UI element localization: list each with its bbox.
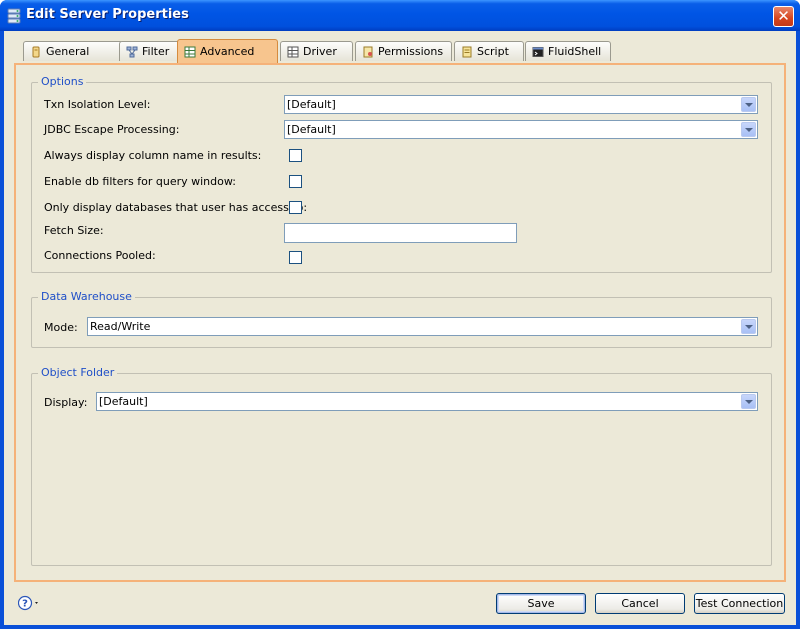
tab-general[interactable]: General — [23, 41, 123, 61]
jdbc-escape-select[interactable]: [Default] — [284, 120, 758, 139]
title-bar[interactable]: Edit Server Properties ✕ — [0, 0, 800, 31]
options-group: Options Txn Isolation Level: [Default] J… — [31, 75, 772, 273]
display-select[interactable]: [Default] — [96, 392, 758, 411]
connections-pooled-label: Connections Pooled: — [44, 249, 156, 262]
jdbc-escape-value: [Default] — [287, 123, 336, 136]
general-icon — [32, 46, 40, 57]
chevron-down-icon[interactable] — [741, 97, 756, 112]
object-folder-group: Object Folder Display: [Default] — [31, 366, 772, 566]
permissions-icon — [363, 46, 373, 57]
close-icon: ✕ — [777, 7, 790, 25]
object-folder-legend: Object Folder — [38, 366, 118, 379]
save-button[interactable]: Save — [496, 593, 586, 614]
tab-driver-label: Driver — [303, 45, 337, 58]
fetch-size-input[interactable] — [284, 223, 517, 243]
fetch-size-label: Fetch Size: — [44, 224, 104, 237]
tab-fluidshell[interactable]: FluidShell — [525, 41, 611, 61]
tab-script[interactable]: Script — [454, 41, 524, 61]
help-button[interactable]: ? — [17, 595, 42, 611]
help-icon: ? — [17, 595, 38, 611]
window-title: Edit Server Properties — [26, 7, 189, 22]
chevron-down-icon[interactable] — [741, 319, 756, 334]
test-connection-button[interactable]: Test Connection — [694, 593, 785, 614]
connections-pooled-checkbox[interactable] — [289, 251, 302, 264]
fluidshell-icon — [532, 46, 544, 57]
server-icon — [7, 8, 21, 24]
tab-advanced-label: Advanced — [200, 45, 255, 58]
tab-permissions-label: Permissions — [378, 45, 444, 58]
txn-isolation-label: Txn Isolation Level: — [44, 98, 151, 111]
options-legend: Options — [38, 75, 87, 88]
tab-advanced[interactable]: Advanced — [177, 39, 278, 63]
tab-filter[interactable]: Filter — [119, 41, 185, 61]
driver-icon — [287, 46, 299, 57]
dialog-window: Edit Server Properties ✕ General Filter — [0, 0, 800, 629]
tab-driver[interactable]: Driver — [280, 41, 353, 61]
tab-fluidshell-label: FluidShell — [548, 45, 602, 58]
display-value: [Default] — [99, 395, 148, 408]
only-databases-label: Only display databases that user has acc… — [44, 201, 308, 214]
mode-select[interactable]: Read/Write — [87, 317, 758, 336]
chevron-down-icon[interactable] — [741, 394, 756, 409]
jdbc-escape-label: JDBC Escape Processing: — [44, 123, 180, 136]
display-label: Display: — [44, 396, 88, 409]
tab-script-label: Script — [477, 45, 509, 58]
data-warehouse-legend: Data Warehouse — [38, 290, 135, 303]
filter-icon — [126, 46, 138, 57]
svg-text:?: ? — [22, 599, 28, 610]
db-filters-checkbox[interactable] — [289, 175, 302, 188]
advanced-icon — [184, 46, 196, 57]
db-filters-label: Enable db filters for query window: — [44, 175, 236, 188]
column-name-label: Always display column name in results: — [44, 149, 262, 162]
txn-isolation-value: [Default] — [287, 98, 336, 111]
column-name-checkbox[interactable] — [289, 149, 302, 162]
dialog-client: General Filter Advanced Driver Permissio… — [4, 31, 796, 625]
txn-isolation-select[interactable]: [Default] — [284, 95, 758, 114]
advanced-tab-panel: Options Txn Isolation Level: [Default] J… — [14, 63, 786, 582]
tab-filter-label: Filter — [142, 45, 170, 58]
close-button[interactable]: ✕ — [773, 6, 794, 27]
mode-value: Read/Write — [90, 320, 151, 333]
script-icon — [462, 46, 472, 57]
mode-label: Mode: — [44, 321, 78, 334]
tab-permissions[interactable]: Permissions — [355, 41, 452, 61]
data-warehouse-group: Data Warehouse Mode: Read/Write — [31, 290, 772, 348]
tab-general-label: General — [46, 45, 90, 58]
chevron-down-icon[interactable] — [741, 122, 756, 137]
only-databases-checkbox[interactable] — [289, 201, 302, 214]
cancel-button[interactable]: Cancel — [595, 593, 685, 614]
